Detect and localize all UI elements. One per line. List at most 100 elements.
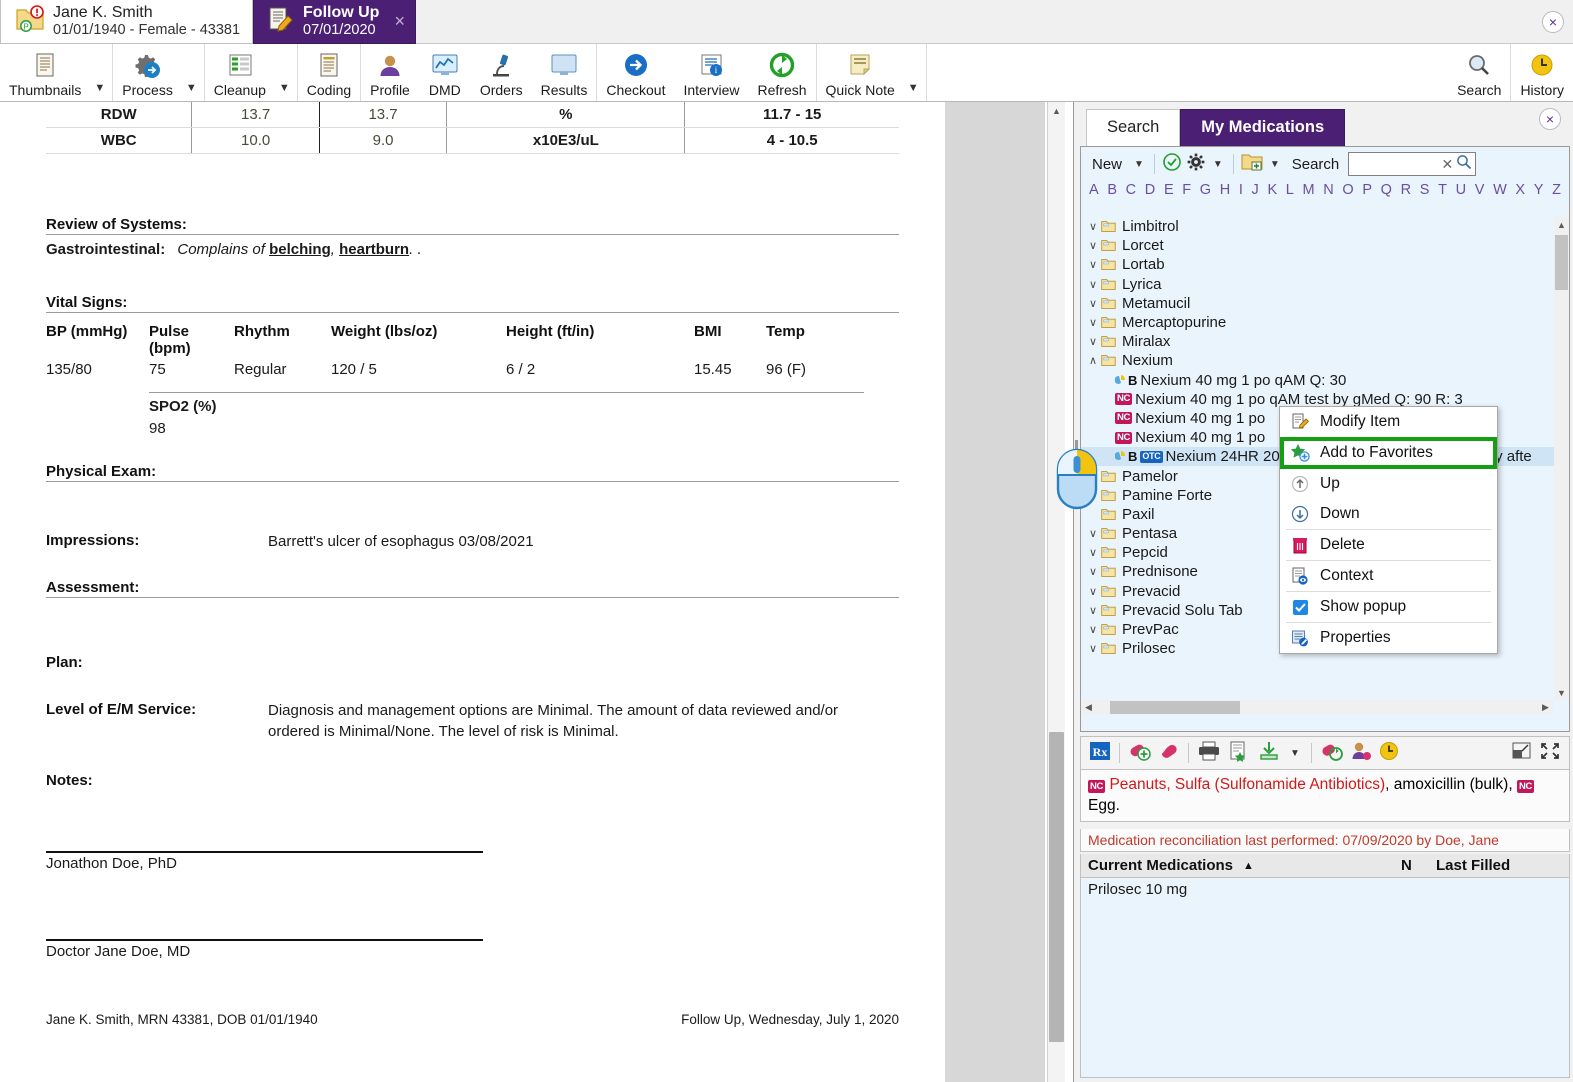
tree-folder-row[interactable]: ∧ Nexium	[1081, 351, 1569, 370]
thumbnails-dropdown-icon[interactable]: ▼	[90, 44, 114, 101]
ribbon-history-button[interactable]: History	[1511, 44, 1573, 101]
add-pill-icon[interactable]	[1128, 740, 1152, 767]
alpha-y[interactable]: Y	[1534, 182, 1544, 198]
chevron-down-icon[interactable]: ∨	[1085, 316, 1101, 329]
hscroll-track[interactable]	[1096, 701, 1538, 714]
panel-close-button[interactable]: ×	[1539, 108, 1561, 130]
tree-vertical-scrollbar[interactable]: ▲ ▼	[1554, 217, 1569, 700]
context-menu-item-down[interactable]: Down	[1280, 499, 1497, 529]
col-header-current-medications[interactable]: Current Medications	[1081, 857, 1233, 874]
rx-icon[interactable]: Rx	[1089, 740, 1111, 767]
chevron-down-icon[interactable]: ∨	[1085, 546, 1101, 559]
process-dropdown-icon[interactable]: ▼	[182, 44, 205, 101]
alpha-x[interactable]: X	[1515, 182, 1525, 198]
ribbon-interview-button[interactable]: i Interview	[674, 44, 748, 101]
ribbon-coding-button[interactable]: Coding	[298, 44, 362, 101]
ribbon-process-button[interactable]: Process	[113, 44, 182, 101]
ribbon-profile-button[interactable]: Profile	[361, 44, 419, 101]
ribbon-refresh-button[interactable]: Refresh	[749, 44, 817, 101]
print-icon[interactable]	[1197, 740, 1221, 767]
ribbon-quick-note-button[interactable]: Quick Note	[817, 44, 904, 101]
sort-ascending-icon[interactable]: ▲	[1243, 860, 1254, 872]
ribbon-dmd-button[interactable]: DMD	[419, 44, 471, 101]
ribbon-thumbnails-button[interactable]: Thumbnails	[0, 44, 90, 101]
chevron-down-icon[interactable]: ∨	[1085, 585, 1101, 598]
ribbon-orders-button[interactable]: Orders	[471, 44, 532, 101]
alpha-v[interactable]: V	[1475, 182, 1485, 198]
alpha-f[interactable]: F	[1182, 182, 1191, 198]
context-menu-item-delete[interactable]: Delete	[1280, 530, 1497, 560]
check-circle-icon[interactable]	[1162, 152, 1182, 177]
document-tab-follow-up[interactable]: Follow Up 07/01/2020 ×	[253, 0, 416, 44]
alpha-s[interactable]: S	[1420, 182, 1430, 198]
tab-search[interactable]: Search	[1086, 109, 1181, 146]
alpha-c[interactable]: C	[1126, 182, 1136, 198]
document-tab-close-icon[interactable]: ×	[394, 11, 405, 32]
tab-my-medications[interactable]: My Medications	[1180, 109, 1346, 146]
download-icon[interactable]	[1257, 740, 1281, 767]
tree-horizontal-scrollbar[interactable]: ◀ ▶	[1081, 700, 1553, 715]
chevron-down-icon[interactable]: ∨	[1085, 220, 1101, 233]
context-menu-item-properties[interactable]: Properties	[1280, 623, 1497, 653]
scroll-up-icon[interactable]: ▲	[1048, 102, 1065, 119]
tree-folder-row[interactable]: ∨ Miralax	[1081, 332, 1569, 351]
alpha-k[interactable]: K	[1267, 182, 1277, 198]
alpha-g[interactable]: G	[1200, 182, 1211, 198]
tree-folder-row[interactable]: ∨ Limbitrol	[1081, 217, 1569, 236]
hscroll-thumb[interactable]	[1110, 701, 1240, 714]
context-menu-item-show-popup[interactable]: Show popup	[1280, 592, 1497, 622]
gear-icon[interactable]	[1186, 152, 1206, 177]
col-header-n[interactable]: N	[1401, 857, 1412, 874]
document-pane[interactable]: RDW 13.7 13.7 % 11.7 - 15 WBC 10.0 9.0 x…	[0, 102, 1045, 1082]
ribbon-results-button[interactable]: Results	[532, 44, 598, 101]
cleanup-dropdown-icon[interactable]: ▼	[275, 44, 298, 101]
hscroll-left-icon[interactable]: ◀	[1081, 702, 1096, 713]
list-item[interactable]: Prilosec 10 mg	[1081, 878, 1569, 900]
document-scrollbar[interactable]: ▲	[1047, 102, 1065, 1082]
collapse-icon[interactable]	[1511, 741, 1533, 766]
alpha-l[interactable]: L	[1286, 182, 1294, 198]
chevron-down-icon[interactable]: ∨	[1085, 604, 1101, 617]
context-menu[interactable]: Modify Item Add to Favorites Up Down Delete C…	[1279, 406, 1498, 654]
context-menu-item-context[interactable]: Context	[1280, 561, 1497, 591]
alpha-r[interactable]: R	[1401, 182, 1411, 198]
alpha-h[interactable]: H	[1220, 182, 1230, 198]
chevron-up-icon[interactable]: ∧	[1085, 354, 1101, 367]
tree-scroll-down-icon[interactable]: ▼	[1554, 685, 1569, 700]
alpha-d[interactable]: D	[1145, 182, 1155, 198]
alpha-e[interactable]: E	[1164, 182, 1174, 198]
refresh-pill-icon[interactable]	[1320, 740, 1344, 767]
chevron-down-icon[interactable]: ∨	[1085, 278, 1101, 291]
tree-scroll-up-icon[interactable]: ▲	[1554, 217, 1569, 232]
context-menu-item-add-to-favorites[interactable]: Add to Favorites	[1280, 437, 1497, 469]
tree-item-row[interactable]: B Nexium 40 mg 1 po qAM Q: 30	[1081, 371, 1569, 390]
alpha-t[interactable]: T	[1438, 182, 1447, 198]
chevron-down-icon[interactable]: ∨	[1085, 565, 1101, 578]
chevron-down-icon[interactable]: ∨	[1085, 527, 1101, 540]
folder-dropdown-icon[interactable]: ▼	[1267, 159, 1283, 170]
alpha-m[interactable]: M	[1303, 182, 1315, 198]
alpha-o[interactable]: O	[1342, 182, 1353, 198]
alpha-i[interactable]: I	[1239, 182, 1243, 198]
quick-note-dropdown-icon[interactable]: ▼	[904, 44, 927, 101]
window-close-button[interactable]: ×	[1542, 11, 1564, 33]
tree-folder-row[interactable]: ∨ Metamucil	[1081, 294, 1569, 313]
current-medications-list[interactable]: Prilosec 10 mg	[1080, 878, 1570, 1078]
tree-folder-row[interactable]: ∨ Mercaptopurine	[1081, 313, 1569, 332]
document-star-icon[interactable]	[1227, 740, 1251, 767]
scrollbar-thumb[interactable]	[1049, 732, 1064, 1042]
tree-folder-row[interactable]: ∨ Lortab	[1081, 255, 1569, 274]
gear-dropdown-icon[interactable]: ▼	[1210, 159, 1226, 170]
patient-pill-icon[interactable]	[1350, 740, 1372, 767]
chevron-down-icon[interactable]: ∨	[1085, 335, 1101, 348]
alpha-w[interactable]: W	[1493, 182, 1507, 198]
alpha-p[interactable]: P	[1362, 182, 1372, 198]
search-input[interactable]: ✕	[1348, 152, 1477, 176]
download-dropdown-icon[interactable]: ▼	[1287, 748, 1303, 759]
chevron-down-icon[interactable]: ∨	[1085, 623, 1101, 636]
ribbon-cleanup-button[interactable]: Cleanup	[205, 44, 275, 101]
new-button[interactable]: New	[1087, 154, 1127, 175]
ribbon-checkout-button[interactable]: Checkout	[597, 44, 674, 101]
alpha-b[interactable]: B	[1107, 182, 1117, 198]
tree-folder-row[interactable]: ∨ Lyrica	[1081, 275, 1569, 294]
